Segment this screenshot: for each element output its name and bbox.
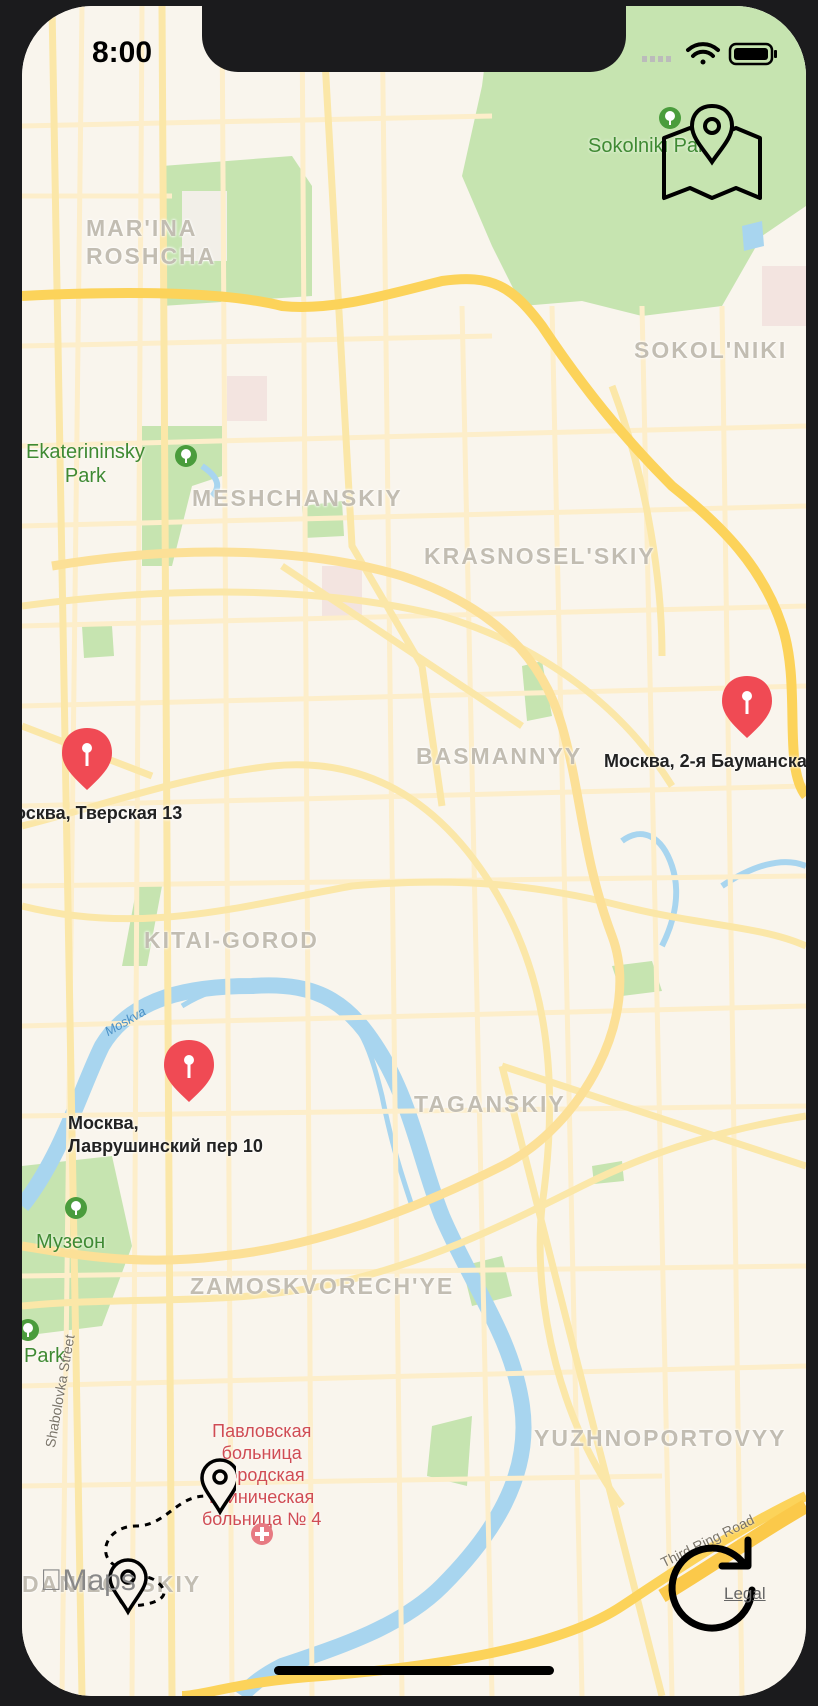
district-label: ZAMOSKVORECH'YE (190, 1273, 455, 1299)
apple-logo-icon:  (40, 1564, 63, 1597)
hospital-icon (251, 1523, 273, 1545)
status-time: 8:00 (92, 36, 153, 69)
park-tree-icon (22, 1319, 39, 1341)
battery-icon (728, 42, 777, 66)
pin-label: Москва, 2-я Бауманская (604, 751, 806, 771)
park-label: Ekaterininsky Park (26, 441, 145, 487)
park-label: Музеон (36, 1231, 106, 1253)
maps-attribution-text: Maps (40, 1564, 136, 1597)
park-tree-icon (175, 445, 197, 467)
district-label: KITAI-GOROD (144, 927, 319, 953)
status-icons (642, 42, 777, 66)
district-label: MAR'INA ROSHCHA (86, 215, 217, 269)
device-notch (202, 6, 626, 72)
district-label: YUZHNOPORTOVYY (534, 1425, 787, 1451)
legal-link[interactable]: Legal (724, 1584, 766, 1604)
pin-label: Москва, Тверская 13 (22, 803, 183, 823)
route-pins-icon[interactable] (76, 1456, 236, 1626)
apple-maps-logo: Maps (40, 1564, 136, 1598)
district-label: TAGANSKIY (414, 1091, 566, 1117)
map-pin-marker[interactable] (58, 726, 116, 792)
map-pin-marker[interactable] (718, 674, 776, 740)
district-label: SOKOL'NIKI (634, 337, 788, 363)
park-tree-icon (65, 1197, 87, 1219)
district-label: BASMANNYY (416, 743, 583, 769)
pin-label: Москва, Лаврушинский пер 10 (68, 1113, 263, 1156)
map-pin-marker[interactable] (160, 1038, 218, 1104)
phone-screen: MAR'INA ROSHCHA SOKOL'NIKI MESHCHANSKIY … (22, 6, 806, 1696)
home-indicator[interactable] (274, 1666, 554, 1675)
district-label: KRASNOSEL'SKIY (424, 543, 656, 569)
district-label: MESHCHANSKIY (192, 485, 403, 511)
cellular-signal-icon (642, 56, 671, 62)
wifi-icon (686, 42, 720, 65)
map-with-pin-icon[interactable] (660, 104, 764, 208)
